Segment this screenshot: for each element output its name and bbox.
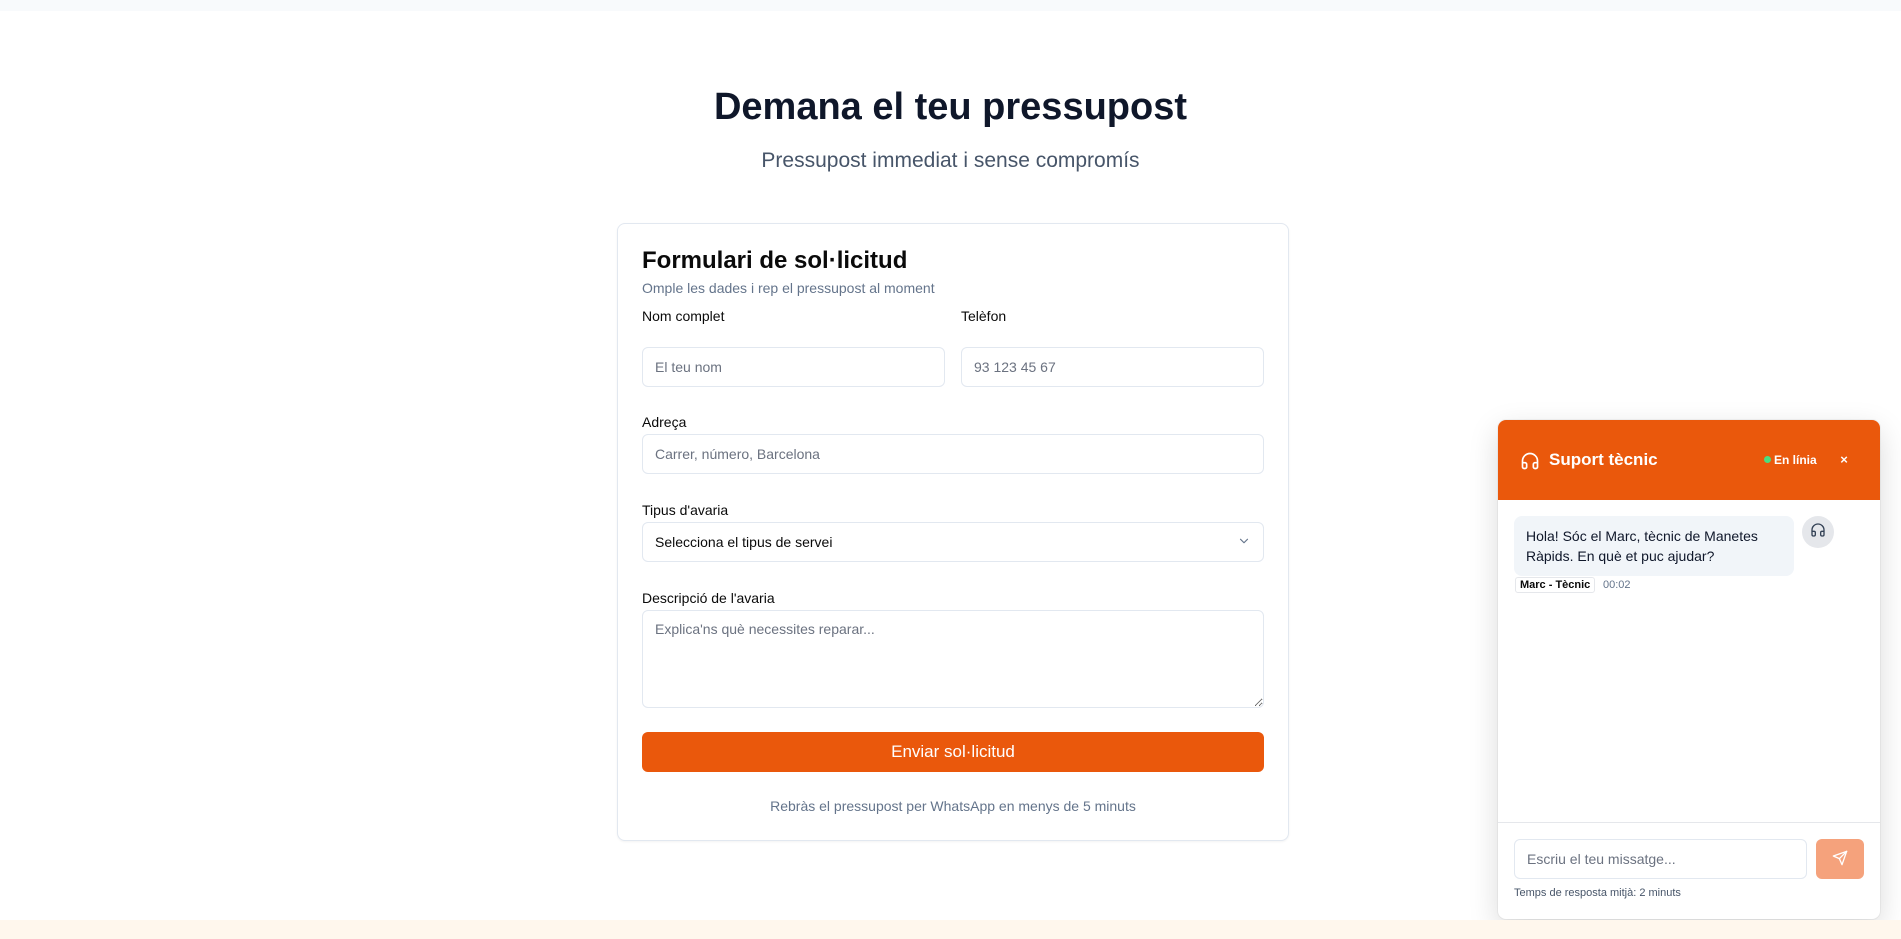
chat-title: Suport tècnic: [1549, 450, 1658, 469]
chat-divider: [1498, 822, 1880, 823]
message-author: Marc - Tècnic: [1515, 577, 1596, 593]
request-form-card: Formulari de sol·licitud Omple les dades…: [617, 223, 1289, 841]
chevron-down-icon: [1237, 534, 1251, 551]
chat-message-input[interactable]: [1514, 839, 1807, 879]
address-input[interactable]: [642, 434, 1264, 474]
chat-header: Suport tècnic En línia ×: [1498, 420, 1880, 500]
top-bar: [0, 0, 1901, 11]
form-title: Formulari de sol·licitud: [642, 247, 908, 274]
page-subtitle: Pressupost immediat i sense compromís: [761, 149, 1140, 172]
phone-label: Telèfon: [961, 308, 1007, 324]
send-message-button[interactable]: [1816, 839, 1864, 879]
name-label: Nom complet: [642, 308, 725, 324]
message-time: 00:02: [1603, 579, 1631, 591]
online-status-dot: [1764, 456, 1771, 463]
address-label: Adreça: [642, 414, 687, 430]
online-status-text: En línia: [1774, 453, 1817, 467]
close-chat-button[interactable]: ×: [1833, 448, 1855, 470]
fault-type-select[interactable]: Selecciona el tipus de servei: [642, 522, 1264, 562]
agent-avatar: [1802, 516, 1834, 548]
name-input[interactable]: [642, 347, 945, 387]
page-title: Demana el teu pressupost: [713, 86, 1188, 128]
fault-type-selected: Selecciona el tipus de servei: [655, 534, 833, 550]
form-subtitle: Omple les dades i rep el pressupost al m…: [642, 280, 935, 296]
headset-icon: [1520, 451, 1540, 471]
form-note: Rebràs el pressupost per WhatsApp en men…: [770, 798, 1136, 814]
support-chat-widget: Suport tècnic En línia × Hola! Sóc el Ma…: [1498, 420, 1880, 919]
footer-strip: [0, 920, 1901, 939]
response-time-note: Temps de resposta mitjà: 2 minuts: [1514, 887, 1681, 899]
headset-icon: [1810, 522, 1826, 543]
phone-input[interactable]: [961, 347, 1264, 387]
send-icon: [1832, 850, 1848, 869]
description-label: Descripció de l'avaria: [642, 590, 775, 606]
description-textarea[interactable]: [642, 610, 1264, 708]
submit-button[interactable]: Enviar sol·licitud: [642, 732, 1264, 772]
chat-message-bubble: Hola! Sóc el Marc, tècnic de Manetes Ràp…: [1514, 516, 1794, 576]
fault-type-label: Tipus d'avaria: [642, 502, 729, 518]
